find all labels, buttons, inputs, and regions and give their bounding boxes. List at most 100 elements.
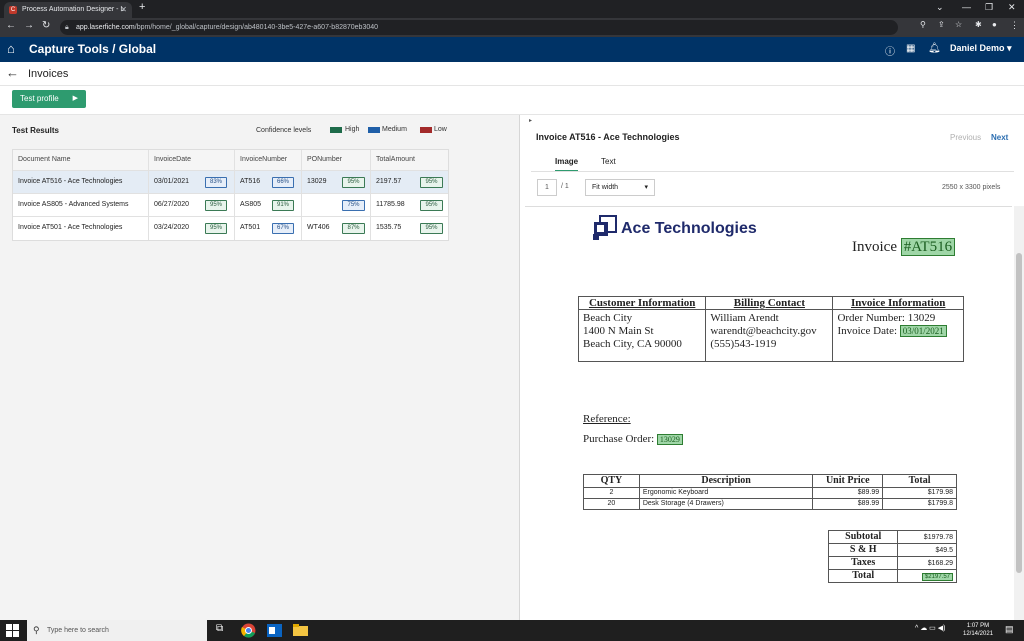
windows-taskbar: ⚲ Type here to search ⧉ ^ ☁ ▭ ◀) 1:07 PM… <box>0 620 1024 641</box>
share-icon[interactable]: ⇪ <box>938 20 945 29</box>
clock-date: 12/14/2021 <box>963 631 994 637</box>
extensions-icon[interactable]: ✱ <box>975 20 982 29</box>
billing-line: warendt@beachcity.gov <box>710 325 817 337</box>
forward-icon[interactable]: → <box>24 20 34 31</box>
qty-cell: 2 <box>583 487 640 499</box>
legend-low-label: Low <box>434 126 447 133</box>
user-menu[interactable]: Daniel Demo ▾ <box>950 43 1012 54</box>
confidence-badge: 67% <box>272 223 294 234</box>
invoice-date-value: 06/27/2020 <box>154 201 190 208</box>
column-header-invoice-number[interactable]: InvoiceNumber <box>234 150 301 170</box>
viewer-scrollbar-thumb[interactable] <box>1016 253 1022 573</box>
reload-icon[interactable]: ↻ <box>42 20 50 31</box>
invoice-heading: Invoice #AT516 <box>852 238 956 256</box>
customer-line: Beach City, CA 90000 <box>583 338 682 350</box>
page-number-input[interactable]: 1 <box>537 179 557 196</box>
test-profile-button[interactable]: Test profile ▶ <box>12 90 86 108</box>
column-header-document-name[interactable]: Document Name <box>13 150 148 170</box>
totals-row: Total $2197.57 <box>827 569 957 583</box>
previous-button[interactable]: Previous <box>950 133 981 142</box>
system-tray-icons[interactable]: ^ ☁ ▭ ◀) <box>915 624 945 632</box>
next-button[interactable]: Next <box>991 133 1008 142</box>
table-row[interactable]: Invoice AT501 - Ace Technologies 03/24/2… <box>13 217 448 240</box>
taxes-label: Taxes <box>827 556 899 570</box>
table-row[interactable]: Invoice AT516 - Ace Technologies 03/01/2… <box>13 171 448 194</box>
document-image[interactable]: Ace Technologies Invoice #AT516 Customer… <box>525 206 1012 620</box>
total-label: Total <box>827 569 899 583</box>
total-amount-value: 2197.57 <box>376 178 402 185</box>
purchase-order-label: Purchase Order: <box>583 433 655 445</box>
windows-start-icon[interactable] <box>6 624 19 637</box>
outlook-icon[interactable] <box>267 623 282 638</box>
back-arrow-icon[interactable]: ← <box>6 65 19 80</box>
tab-text[interactable]: Text <box>601 157 616 166</box>
invoice-date-line: Invoice Date: 03/01/2021 <box>837 325 959 338</box>
browser-menu-icon[interactable]: ⋮ <box>1010 20 1019 31</box>
notification-bell-icon[interactable]: 🔔︎ <box>928 43 941 54</box>
app-title: Capture Tools / Global <box>29 42 157 56</box>
column-header-invoice-date[interactable]: InvoiceDate <box>148 150 234 170</box>
confidence-badge: 91% <box>272 200 294 211</box>
collapse-handle-icon[interactable]: ▸ <box>529 117 532 124</box>
laserfiche-favicon-icon: C <box>9 6 17 14</box>
totals-row: Taxes $168.29 <box>827 556 957 570</box>
close-window-icon[interactable]: ✕ <box>1008 2 1016 13</box>
invoice-number-value: AT516 <box>240 178 261 185</box>
taskbar-clock[interactable]: 1:07 PM 12/14/2021 <box>963 622 993 638</box>
document-name-cell: Invoice AS805 - Advanced Systems <box>18 201 129 208</box>
notifications-icon[interactable]: ▤ <box>1005 624 1014 635</box>
customer-info-cell: Beach City 1400 N Main St Beach City, CA… <box>577 309 707 362</box>
line-total-cell: $179.98 <box>882 487 957 499</box>
bookmark-star-icon[interactable]: ☆ <box>955 20 962 29</box>
legend-medium-label: Medium <box>382 126 407 133</box>
browser-tab[interactable]: C Process Automation Designer - L ✕ <box>4 2 132 18</box>
invoice-date-highlight: 03/01/2021 <box>899 325 947 337</box>
back-icon[interactable]: ← <box>6 20 16 31</box>
document-name-cell: Invoice AT516 - Ace Technologies <box>18 178 123 185</box>
restore-icon[interactable]: ❐ <box>985 2 993 13</box>
address-bar[interactable]: 🔒︎ app.laserfiche.com/bpm/home/_global/c… <box>60 20 898 35</box>
zoom-icon[interactable]: ⚲ <box>920 20 926 29</box>
chevron-down-icon: ▾ <box>644 184 648 191</box>
minimize-icon[interactable]: — <box>962 2 971 12</box>
test-profile-label: Test profile <box>20 94 59 103</box>
home-icon[interactable]: ⌂ <box>7 41 15 56</box>
file-explorer-icon[interactable] <box>293 623 308 638</box>
search-icon: ⚲ <box>33 625 40 635</box>
tab-search-icon[interactable]: ⌄ <box>936 2 944 13</box>
chrome-icon[interactable] <box>241 623 256 638</box>
apps-grid-icon[interactable]: ▦ <box>906 43 915 54</box>
totals-row: S & H $49.5 <box>827 543 957 557</box>
legend-medium-swatch <box>368 127 380 133</box>
close-tab-icon[interactable]: ✕ <box>120 2 127 18</box>
column-header-total-amount[interactable]: TotalAmount <box>370 150 450 170</box>
description-cell: Desk Storage (4 Drawers) <box>638 498 814 510</box>
billing-line: William Arendt <box>710 312 779 324</box>
page-title-bar: ← Invoices <box>0 62 1024 86</box>
new-tab-icon[interactable]: + <box>139 1 145 13</box>
confidence-badge: 66% <box>272 177 294 188</box>
profile-icon[interactable]: ● <box>992 20 997 29</box>
confidence-badge: 95% <box>420 223 443 234</box>
confidence-badge: 83% <box>205 177 227 188</box>
fit-mode-select[interactable]: Fit width ▾ <box>585 179 655 196</box>
table-row[interactable]: Invoice AS805 - Advanced Systems 06/27/2… <box>13 194 448 217</box>
confidence-badge: 95% <box>205 223 227 234</box>
total-value-highlight: $2197.57 <box>921 572 953 581</box>
fit-mode-value: Fit width <box>592 184 619 191</box>
invoice-heading-label: Invoice <box>852 239 897 255</box>
invoice-number-value: AT501 <box>240 224 261 231</box>
purchase-order-highlight: 13029 <box>656 434 683 445</box>
tab-image[interactable]: Image <box>555 157 579 172</box>
task-view-icon[interactable]: ⧉ <box>216 623 223 634</box>
ace-technologies-logo <box>593 215 617 240</box>
invoice-number-highlight: #AT516 <box>900 238 956 256</box>
po-number-value: 13029 <box>307 178 327 185</box>
taxes-value: $168.29 <box>897 556 957 570</box>
taskbar-search-input[interactable]: ⚲ Type here to search <box>27 620 207 641</box>
total-value-cell: $2197.57 <box>897 569 957 583</box>
info-icon[interactable]: ⓘ <box>885 43 895 58</box>
column-header-po-number[interactable]: PONumber <box>301 150 370 170</box>
url-host: app.laserfiche.com <box>76 24 135 31</box>
po-number-value: WT406 <box>307 224 330 231</box>
